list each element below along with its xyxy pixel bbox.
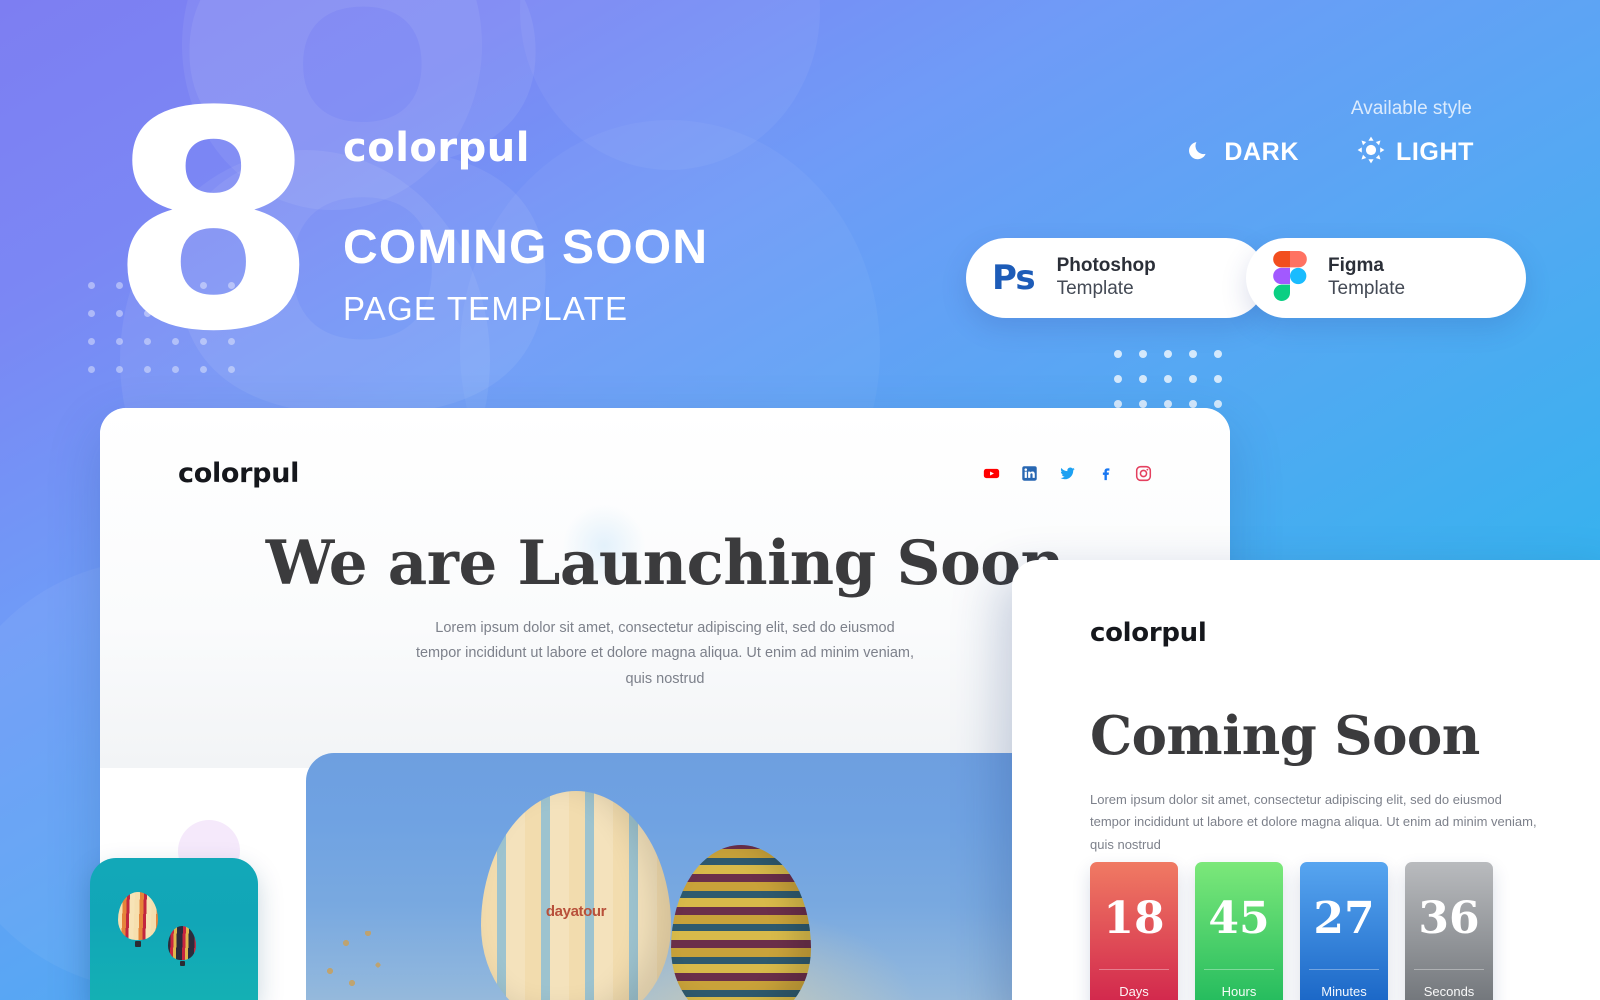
decorative-dot <box>1139 350 1147 358</box>
balloon-caption: dayatour <box>545 903 607 920</box>
decorative-dot <box>1164 400 1172 408</box>
decorative-dot <box>1214 375 1222 383</box>
twitter-icon[interactable] <box>1059 465 1076 482</box>
decorative-dot <box>1214 400 1222 408</box>
preview-logo: colorpul <box>178 458 300 489</box>
balloon-small <box>671 845 811 1000</box>
decorative-dot <box>1164 350 1172 358</box>
decorative-dot <box>1139 400 1147 408</box>
countdown-label: Hours <box>1221 983 1257 999</box>
style-option-dark[interactable]: DARK <box>1187 137 1299 168</box>
photoshop-name: Photoshop <box>1056 254 1156 276</box>
thumb-balloon-small <box>168 926 196 966</box>
decorative-dot <box>1189 350 1197 358</box>
sun-icon <box>1357 136 1385 169</box>
photoshop-pill-text: Photoshop Template <box>1057 255 1156 302</box>
style-switcher: DARK LIGHT <box>1187 136 1474 169</box>
countdown-value: 45 <box>1208 893 1270 944</box>
countdown-box: 36 Seconds <box>1405 862 1493 1000</box>
photoshop-icon: Ps <box>992 258 1036 298</box>
balloon-basket <box>135 941 141 947</box>
decorative-dot <box>1114 350 1122 358</box>
decorative-dot <box>1214 350 1222 358</box>
decorative-dot <box>1114 375 1122 383</box>
decorative-dot <box>1189 400 1197 408</box>
style-option-light-label: LIGHT <box>1396 138 1474 166</box>
preview-light-headline: Coming Soon <box>1090 705 1480 767</box>
decorative-twig <box>322 931 418 1000</box>
style-option-light[interactable]: LIGHT <box>1357 136 1474 169</box>
figma-template-button[interactable]: Figma Template <box>1246 238 1526 318</box>
countdown-box: 27 Minutes <box>1300 862 1388 1000</box>
header-text-block: colorpul COMING SOON PAGE TEMPLATE <box>343 128 708 325</box>
decorative-dot <box>1114 400 1122 408</box>
decorative-dot <box>88 338 95 345</box>
countdown-box: 18 Days <box>1090 862 1178 1000</box>
poster-stage: 8 8 colorpul COMING SOON PAGE TEMPLATE A… <box>0 0 1600 1000</box>
decorative-dot <box>1164 375 1172 383</box>
balloon-thumbnail <box>90 858 258 1000</box>
brand-name: colorpul <box>343 125 530 171</box>
figma-pill-text: Figma Template <box>1328 255 1405 302</box>
countdown-value: 18 <box>1103 893 1165 944</box>
photoshop-template-button[interactable]: Ps Photoshop Template <box>966 238 1266 318</box>
decorative-dot <box>88 310 95 317</box>
photoshop-kind: Template <box>1056 277 1134 299</box>
page-title: COMING SOON <box>343 221 709 274</box>
countdown-label: Minutes <box>1321 983 1367 999</box>
figma-icon <box>1272 250 1308 306</box>
countdown-value: 27 <box>1313 893 1375 944</box>
decorative-dot <box>1139 375 1147 383</box>
countdown-light: 18 Days 45 Hours 27 Minutes 36 Seconds <box>1090 862 1493 1000</box>
figma-name: Figma <box>1328 254 1384 276</box>
countdown-value: 36 <box>1418 893 1480 944</box>
instagram-icon[interactable] <box>1135 465 1152 482</box>
decorative-dot <box>88 282 95 289</box>
balloon-large <box>481 791 671 1000</box>
number-badge: 8 <box>109 48 318 397</box>
social-links <box>983 465 1152 482</box>
figma-kind: Template <box>1328 277 1406 299</box>
moon-icon <box>1187 137 1213 168</box>
balloon-basket <box>180 961 185 966</box>
facebook-icon[interactable] <box>1097 465 1114 482</box>
preview-light-content: colorpul Coming Soon Lorem ipsum dolor s… <box>1090 618 1590 856</box>
available-style-label: Available style <box>1350 98 1472 119</box>
countdown-label: Seconds <box>1423 983 1475 999</box>
youtube-icon[interactable] <box>983 465 1000 482</box>
decorative-dot <box>88 366 95 373</box>
preview-light-paragraph: Lorem ipsum dolor sit amet, consectetur … <box>1090 792 1537 852</box>
linkedin-icon[interactable] <box>1021 465 1038 482</box>
countdown-label: Days <box>1119 983 1149 999</box>
style-option-dark-label: DARK <box>1224 138 1299 166</box>
page-subtitle: PAGE TEMPLATE <box>343 290 629 327</box>
preview-light-logo: colorpul <box>1090 618 1207 648</box>
preview-card-light: colorpul Coming Soon Lorem ipsum dolor s… <box>1012 560 1600 1000</box>
preview-card-header: colorpul <box>178 458 1152 489</box>
thumb-balloon-large <box>118 892 158 947</box>
preview-paragraph: Lorem ipsum dolor sit amet, consectetur … <box>415 620 915 687</box>
countdown-box: 45 Hours <box>1195 862 1283 1000</box>
decorative-dot <box>1189 375 1197 383</box>
